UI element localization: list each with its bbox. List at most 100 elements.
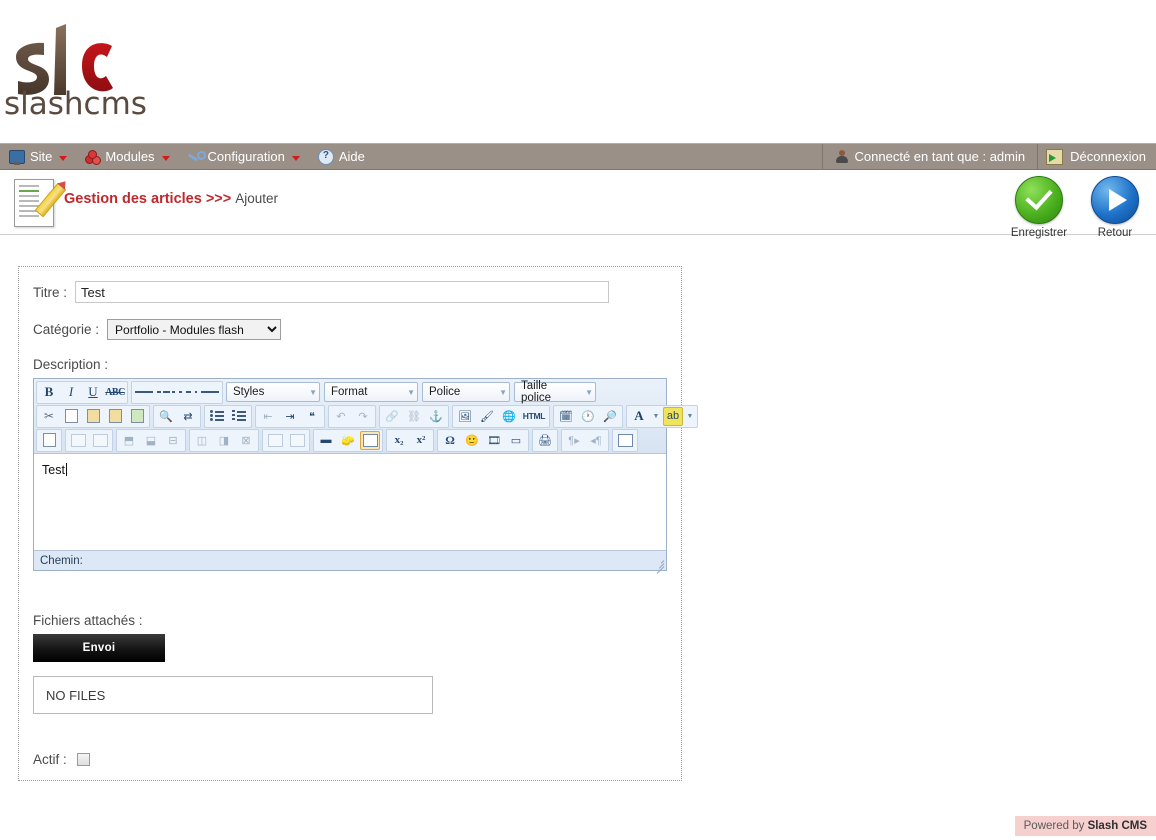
- form-icon[interactable]: [39, 431, 59, 450]
- column-group: ◫ ◨ ⊠: [189, 428, 259, 452]
- subscript-icon[interactable]: x₂: [389, 431, 409, 450]
- editor-toolbar-row-2: ✂ 🔍 ⇄ ⇤ ⇥ ❝ ↶ ↷ 🔗 ⛓ ⚓ 🖼 🖌 🌐 HTML 🗓 🕐 🔎 A…: [36, 404, 698, 428]
- menu-item-aide-label: Aide: [338, 149, 365, 164]
- column-insert-after-icon[interactable]: ◨: [214, 431, 234, 450]
- table-icon[interactable]: [360, 430, 380, 450]
- styles-dropdown-label: Styles: [233, 386, 265, 398]
- resize-grip[interactable]: [652, 557, 665, 574]
- site-logo-header: slashcms: [0, 0, 1156, 143]
- description-label: Description :: [33, 357, 109, 372]
- format-dropdown[interactable]: Format ▼: [324, 382, 418, 402]
- files-status-box: NO FILES: [33, 676, 433, 714]
- blockquote-icon[interactable]: ❝: [302, 407, 322, 426]
- row-insert-before-icon[interactable]: ⬒: [119, 431, 139, 450]
- image-icon[interactable]: 🖼: [455, 407, 475, 426]
- blue-play-icon: [1091, 176, 1139, 224]
- remove-format-icon[interactable]: 🧽: [338, 431, 358, 450]
- paste-icon[interactable]: [83, 407, 103, 426]
- numbered-list-icon[interactable]: [229, 407, 249, 426]
- cut-icon[interactable]: ✂: [39, 407, 59, 426]
- text-color-icon[interactable]: A: [629, 407, 649, 426]
- column-insert-before-icon[interactable]: ◫: [192, 431, 212, 450]
- row-delete-icon[interactable]: ⊟: [163, 431, 183, 450]
- menu-item-modules[interactable]: Modules: [76, 144, 178, 169]
- align-right-icon[interactable]: [178, 383, 198, 402]
- column-delete-icon[interactable]: ⊠: [236, 431, 256, 450]
- show-blocks-icon[interactable]: [615, 431, 635, 450]
- page-title-main: Gestion des articles >>>: [64, 191, 232, 207]
- source-icon[interactable]: HTML: [521, 407, 547, 426]
- align-center-icon[interactable]: [156, 383, 176, 402]
- print-icon[interactable]: 🖨: [535, 431, 555, 450]
- powered-by-brand: Slash CMS: [1087, 820, 1147, 832]
- text-color-dropdown-icon[interactable]: ▼: [651, 407, 661, 426]
- title-field-row: Titre :: [19, 281, 681, 303]
- menu-item-aide[interactable]: ? Aide: [309, 144, 374, 169]
- anchor-icon[interactable]: ⚓: [426, 407, 446, 426]
- back-button[interactable]: Retour: [1084, 176, 1146, 239]
- table-cell-icon[interactable]: [68, 431, 88, 450]
- editor-path-label: Chemin:: [40, 554, 83, 567]
- strikethrough-icon[interactable]: ABC: [105, 383, 125, 402]
- special-char-icon[interactable]: Ω: [440, 431, 460, 450]
- superscript-icon[interactable]: x²: [411, 431, 431, 450]
- align-left-icon[interactable]: [134, 383, 154, 402]
- font-dropdown[interactable]: Police ▼: [422, 382, 510, 402]
- title-input[interactable]: [75, 281, 610, 303]
- active-checkbox[interactable]: [76, 753, 90, 766]
- editor-content-area[interactable]: Test: [34, 454, 666, 550]
- font-size-dropdown[interactable]: Taille police ▼: [514, 380, 596, 404]
- bulleted-list-icon[interactable]: [207, 407, 227, 426]
- copy-icon[interactable]: [61, 407, 81, 426]
- background-color-icon[interactable]: ab: [663, 406, 683, 426]
- cell-properties-icon[interactable]: [287, 431, 307, 450]
- ltr-icon[interactable]: ¶▸: [564, 431, 584, 450]
- format-dropdown-label: Format: [331, 386, 368, 398]
- page-actions: Enregistrer Retour: [1008, 176, 1146, 239]
- page-title: Gestion des articles >>> Ajouter: [64, 190, 278, 207]
- table-cell-merge-icon[interactable]: [90, 431, 110, 450]
- category-select[interactable]: Portfolio - Modules flash: [107, 319, 282, 340]
- unlink-icon[interactable]: ⛓: [404, 407, 424, 426]
- table-properties-icon[interactable]: [265, 431, 285, 450]
- page-break-icon[interactable]: ▭: [506, 431, 526, 450]
- smiley-icon[interactable]: 🙂: [462, 431, 482, 450]
- about-icon[interactable]: 🌐: [499, 407, 519, 426]
- menu-item-configuration[interactable]: Configuration: [179, 144, 309, 169]
- editor-toolbar: B I U ABC Styles ▼ Format ▼ Police ▼ Tai…: [34, 379, 698, 454]
- link-group: 🔗 ⛓ ⚓: [379, 404, 449, 428]
- background-color-dropdown-icon[interactable]: ▼: [685, 407, 695, 426]
- brush-icon[interactable]: 🖌: [477, 407, 497, 426]
- text-cursor: [65, 463, 67, 476]
- back-button-label: Retour: [1097, 227, 1133, 239]
- horizontal-rule-icon[interactable]: ▬: [316, 431, 336, 450]
- link-icon[interactable]: 🔗: [382, 407, 402, 426]
- italic-icon[interactable]: I: [61, 383, 81, 402]
- save-button[interactable]: Enregistrer: [1008, 176, 1070, 239]
- paste-word-icon[interactable]: [127, 407, 147, 426]
- row-insert-after-icon[interactable]: ⬓: [141, 431, 161, 450]
- replace-icon[interactable]: ⇄: [178, 407, 198, 426]
- pencil-icon: [34, 182, 67, 218]
- indent-icon[interactable]: ⇥: [280, 407, 300, 426]
- undo-icon[interactable]: ↶: [331, 407, 351, 426]
- menu-item-site-label: Site: [30, 149, 53, 164]
- rtl-icon[interactable]: ◂¶: [586, 431, 606, 450]
- bold-icon[interactable]: B: [39, 383, 59, 402]
- redo-icon[interactable]: ↷: [353, 407, 373, 426]
- find-icon[interactable]: 🔍: [156, 407, 176, 426]
- align-justify-icon[interactable]: [200, 383, 220, 402]
- logo-wordmark: slashcms: [4, 86, 147, 122]
- flash-icon[interactable]: 🎞: [484, 431, 504, 450]
- time-icon[interactable]: 🕐: [578, 407, 598, 426]
- upload-button[interactable]: Envoi: [33, 634, 165, 662]
- menu-item-site[interactable]: Site: [0, 144, 76, 169]
- underline-icon[interactable]: U: [83, 383, 103, 402]
- logout-button[interactable]: Déconnexion: [1038, 144, 1156, 169]
- paste-text-icon[interactable]: [105, 407, 125, 426]
- preview-icon[interactable]: 🔎: [600, 407, 620, 426]
- outdent-icon[interactable]: ⇤: [258, 407, 278, 426]
- styles-dropdown[interactable]: Styles ▼: [226, 382, 320, 402]
- template-icon[interactable]: 🗓: [556, 407, 576, 426]
- powered-by-prefix: Powered by: [1023, 820, 1085, 832]
